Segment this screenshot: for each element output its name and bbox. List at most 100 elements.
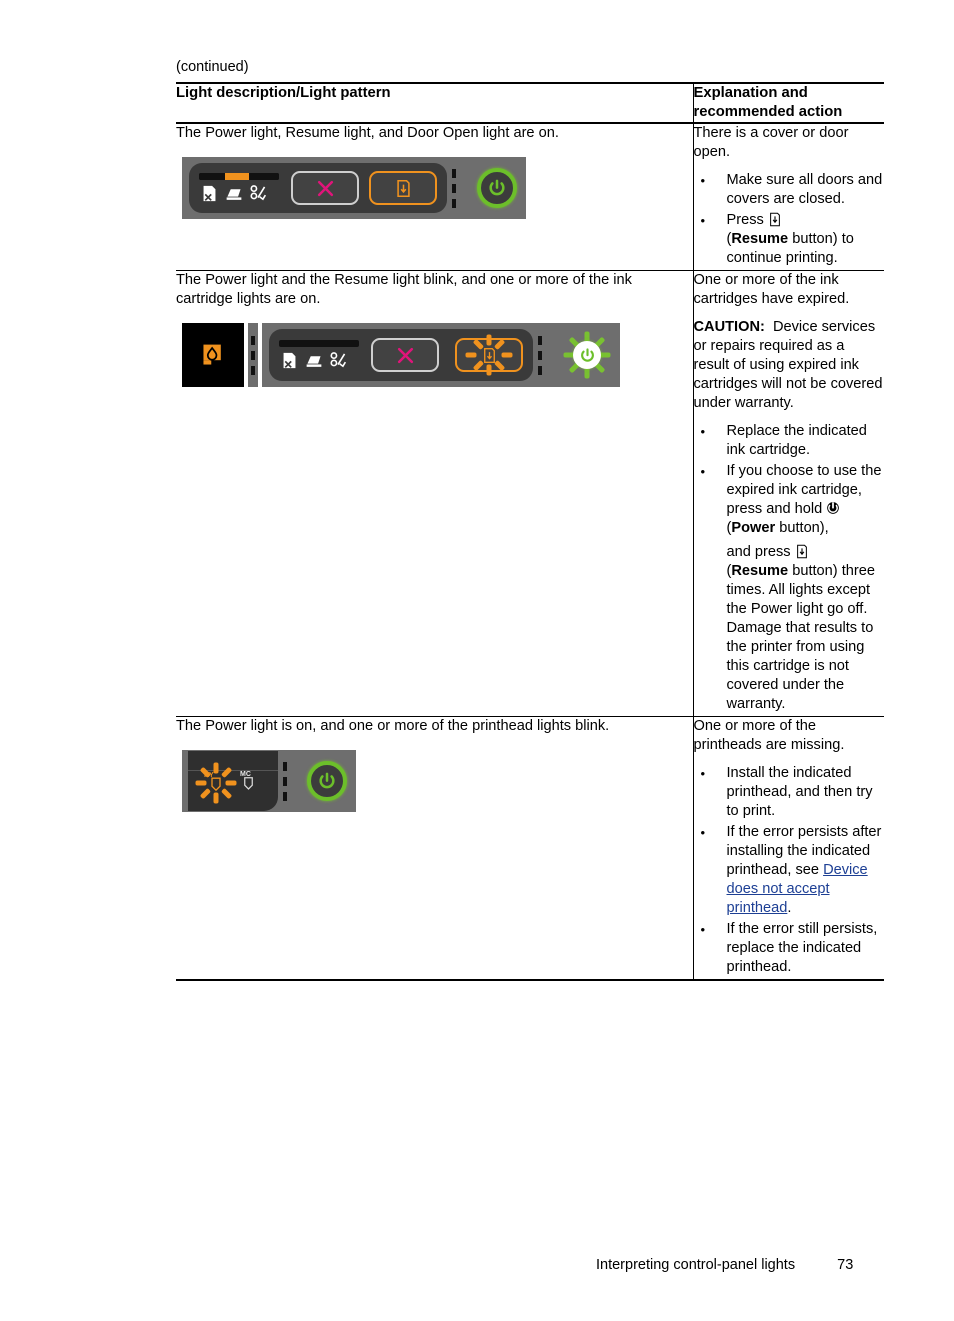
row3-description: The Power light is on, and one or more o… xyxy=(176,718,610,734)
panel-divider xyxy=(452,168,456,208)
control-panel-block xyxy=(262,323,554,387)
control-panel-block xyxy=(182,157,468,219)
ink-drop-icon xyxy=(329,351,347,370)
row2-explanation-cell: One or more of the ink cartridges have e… xyxy=(692,270,885,717)
control-panel-ink-expired-graphic xyxy=(182,323,693,387)
ink-cartridge-light-cell xyxy=(182,323,244,387)
resume-button-icon xyxy=(796,544,807,559)
resume-blink-starburst xyxy=(465,334,513,376)
table-row: The Power light is on, and one or more o… xyxy=(176,716,885,981)
list-item: • If the error still persists, replace t… xyxy=(694,920,885,977)
resume-page-icon xyxy=(396,179,410,197)
paper-status-bar xyxy=(279,340,359,347)
status-icon-group xyxy=(279,340,359,370)
cancel-button[interactable] xyxy=(371,338,439,372)
resume-bold-label: Resume xyxy=(731,563,789,579)
open-door-icon xyxy=(225,184,242,203)
control-panel-door-open-graphic xyxy=(182,157,693,219)
list-item: • If the error persists after installing… xyxy=(694,823,885,918)
row1-explanation: There is a cover or door open. xyxy=(693,125,849,160)
table-row: The Power light and the Resume light bli… xyxy=(176,270,885,717)
resume-button[interactable] xyxy=(455,334,523,376)
row2-p2-close: button), xyxy=(775,520,829,536)
power-bold-label: Power xyxy=(731,520,776,536)
header-light-description: Light description/Light pattern xyxy=(176,82,693,124)
row2-p3: and press xyxy=(726,544,795,560)
row3-light-description-cell: The Power light is on, and one or more o… xyxy=(176,716,693,981)
bullet-icon: • xyxy=(700,213,706,228)
document-page: (continued) Light description/Light patt… xyxy=(0,0,954,1321)
power-button[interactable] xyxy=(307,761,347,801)
bullet-icon: • xyxy=(700,464,706,479)
row3-action-1: Install the indicated printhead, and the… xyxy=(726,765,873,819)
row2-action-2-p1: If you choose to use the expired ink car… xyxy=(726,463,882,517)
status-icon-group xyxy=(199,173,279,203)
resume-page-icon xyxy=(483,347,495,363)
paper-status-bar xyxy=(199,173,279,180)
resume-button-icon xyxy=(769,212,780,227)
bullet-icon: • xyxy=(700,766,706,781)
panel-divider xyxy=(283,761,287,801)
open-door-icon xyxy=(305,351,322,370)
status-glyph-row xyxy=(199,184,279,203)
footer-page-number: 73 xyxy=(837,1257,854,1273)
control-panel-body xyxy=(189,163,447,213)
ink-drop-icon xyxy=(249,184,267,203)
table-header-row: Light description/Light pattern Explanat… xyxy=(176,82,884,124)
table-row: The Power light, Resume light, and Door … xyxy=(176,123,884,271)
control-panel-printhead-graphic: KY MC xyxy=(182,750,693,812)
power-button-cell xyxy=(468,157,526,219)
power-button[interactable] xyxy=(477,168,517,208)
row2-action-list: • Replace the indicated ink cartridge. •… xyxy=(694,422,885,714)
status-glyph-row xyxy=(279,351,359,370)
printhead-slot-mc: MC xyxy=(238,765,272,801)
bullet-icon: • xyxy=(700,825,706,840)
printhead-label-ky: KY xyxy=(204,772,214,779)
power-icon xyxy=(319,772,335,789)
header-explanation: Explanation and recommended action xyxy=(692,82,884,124)
row3-action-2-post: . xyxy=(787,900,792,916)
row3-explanation: One or more of the printheads are missin… xyxy=(693,718,845,753)
list-item: • Press (Resume button) to continue prin… xyxy=(694,211,885,268)
bullet-icon: • xyxy=(700,424,706,439)
row2-action-1: Replace the indicated ink cartridge. xyxy=(726,423,867,458)
row1-action-2-pre: Press xyxy=(726,212,768,228)
row1-action-1: Make sure all doors and covers are close… xyxy=(726,172,883,207)
power-blink-starburst[interactable] xyxy=(563,331,611,379)
resume-button[interactable] xyxy=(369,171,437,205)
light-patterns-table: Light description/Light pattern Explanat… xyxy=(176,82,884,981)
continued-label: (continued) xyxy=(176,58,249,76)
row2-explanation: One or more of the ink cartridges have e… xyxy=(693,272,850,307)
row2-caution: CAUTION: Device services or repairs requ… xyxy=(694,318,885,413)
list-item: • Make sure all doors and covers are clo… xyxy=(694,171,885,209)
footer: Interpreting control-panel lights 73 xyxy=(596,1257,853,1273)
cancel-button[interactable] xyxy=(291,171,359,205)
bullet-icon: • xyxy=(700,173,706,188)
row2-description: The Power light and the Resume light bli… xyxy=(176,272,632,307)
caution-label: CAUTION: xyxy=(693,319,765,335)
continued-text: (continued) xyxy=(176,59,249,75)
bullet-icon: • xyxy=(700,922,706,937)
printhead-icon xyxy=(244,777,253,790)
list-item: • If you choose to use the expired ink c… xyxy=(694,462,885,714)
row3-explanation-cell: One or more of the printheads are missin… xyxy=(692,716,885,981)
footer-title: Interpreting control-panel lights xyxy=(596,1257,796,1273)
row1-action-list: • Make sure all doors and covers are clo… xyxy=(694,171,885,268)
cancel-x-icon xyxy=(317,180,333,196)
ink-drop-icon xyxy=(203,344,221,365)
list-item: • Replace the indicated ink cartridge. xyxy=(694,422,885,460)
control-panel-body xyxy=(269,329,533,381)
row3-action-3: If the error still persists, replace the… xyxy=(726,921,878,975)
power-button-icon xyxy=(827,502,840,514)
power-button-cell xyxy=(298,750,356,812)
power-icon xyxy=(489,179,505,196)
row3-action-list: • Install the indicated printhead, and t… xyxy=(694,764,885,977)
resume-bold-label: Resume xyxy=(731,231,789,247)
row1-light-description-cell: The Power light, Resume light, and Door … xyxy=(176,123,693,271)
printhead-blink-starburst: KY xyxy=(195,762,237,804)
list-item: • Install the indicated printhead, and t… xyxy=(694,764,885,821)
power-icon xyxy=(580,347,594,362)
paper-jam-icon xyxy=(201,184,218,203)
cancel-x-icon xyxy=(397,347,413,363)
row2-p4-close: button) three times. All lights except t… xyxy=(726,563,875,712)
